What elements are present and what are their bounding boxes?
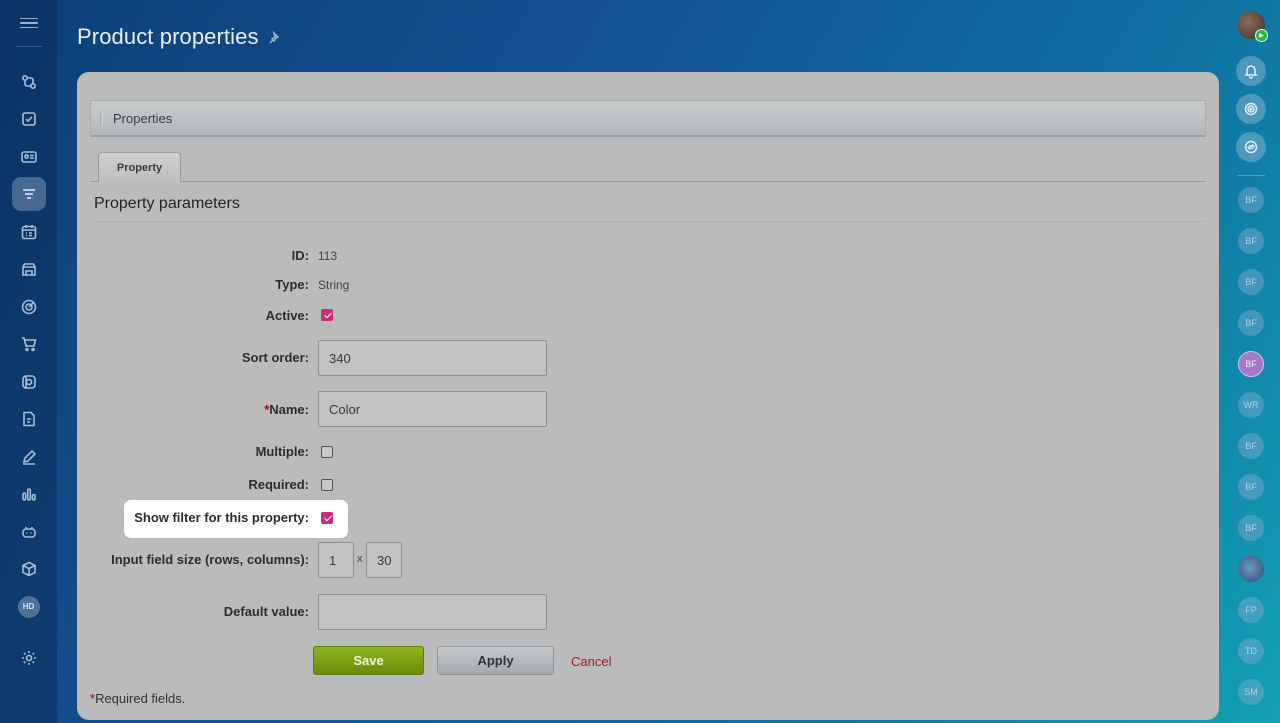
form-title-divider: [94, 221, 1204, 222]
pen-sign-icon[interactable]: [12, 440, 46, 474]
save-button[interactable]: Save: [313, 646, 424, 675]
name-label-text: Name:: [269, 402, 309, 417]
form-title: Property parameters: [94, 195, 240, 212]
required-fields-note: *Required fields.: [90, 691, 185, 706]
contact-avatar[interactable]: BF: [1238, 310, 1264, 336]
workflow-icon[interactable]: [12, 65, 46, 99]
name-label: *Name:: [264, 402, 309, 417]
notifications-bell-icon[interactable]: [1236, 56, 1266, 86]
contact-avatar[interactable]: SM: [1238, 679, 1264, 705]
hd-badge-label: HD: [17, 595, 40, 618]
contact-avatar[interactable]: WR: [1238, 392, 1264, 418]
robot-icon[interactable]: [12, 515, 46, 549]
tab-property[interactable]: Property: [98, 152, 181, 182]
right-sidebar: ▶ BF BF BF BF BF WR BF BF BF FP TD SM: [1222, 0, 1280, 723]
columns-input[interactable]: 30: [366, 542, 402, 578]
pin-icon[interactable]: [266, 30, 280, 45]
tab-divider: [90, 181, 1206, 182]
size-separator: x: [357, 553, 363, 565]
sort-order-label: Sort order:: [241, 350, 309, 365]
main-panel: Properties Property Property parameters …: [77, 72, 1219, 720]
required-checkbox[interactable]: [321, 479, 333, 491]
play-status-icon: ▶: [1255, 29, 1268, 42]
contact-avatar[interactable]: FP: [1238, 597, 1264, 623]
section-header-bar: Properties: [90, 100, 1206, 137]
default-value-label: Default value:: [223, 604, 309, 619]
default-value-input[interactable]: [318, 594, 547, 630]
sort-order-input[interactable]: 340: [318, 340, 547, 376]
drag-grip-icon[interactable]: [100, 112, 103, 126]
type-value: String: [318, 278, 350, 292]
analytics-bars-icon[interactable]: [12, 477, 46, 511]
multiple-label: Multiple:: [255, 444, 309, 459]
right-sidebar-divider: [1237, 175, 1265, 176]
active-checkbox[interactable]: [321, 309, 333, 321]
apply-button[interactable]: Apply: [437, 646, 554, 675]
multiple-checkbox[interactable]: [321, 446, 333, 458]
store-icon[interactable]: [12, 252, 46, 286]
contact-avatar[interactable]: TD: [1238, 638, 1264, 664]
name-input[interactable]: Color: [318, 391, 547, 427]
type-label: Type:: [275, 277, 309, 292]
menu-icon[interactable]: [19, 14, 38, 32]
hd-badge[interactable]: HD: [12, 590, 46, 624]
settings-gear-icon[interactable]: [12, 641, 46, 675]
contact-avatar[interactable]: BF: [1238, 228, 1264, 254]
show-filter-label: Show filter for this property:: [134, 510, 309, 525]
section-title: Properties: [113, 111, 173, 126]
document-edit-icon[interactable]: [12, 402, 46, 436]
copilot-spiral-icon[interactable]: [1236, 94, 1266, 124]
user-avatar[interactable]: ▶: [1237, 11, 1268, 42]
box-icon[interactable]: [12, 552, 46, 586]
cart-icon[interactable]: [12, 327, 46, 361]
sidebar-divider: [15, 46, 42, 47]
id-label: ID:: [291, 248, 309, 263]
funnel-filter-icon[interactable]: [11, 177, 46, 211]
input-size-label: Input field size (rows, columns):: [111, 552, 309, 567]
show-filter-checkbox[interactable]: [321, 512, 333, 524]
required-label: Required:: [248, 477, 309, 492]
contact-avatar[interactable]: BF: [1238, 515, 1264, 541]
contact-avatar[interactable]: BF: [1238, 474, 1264, 500]
contact-avatar[interactable]: BF: [1238, 187, 1264, 213]
calendar-list-icon[interactable]: [12, 215, 46, 249]
contact-card-icon[interactable]: [12, 140, 46, 174]
active-label: Active:: [265, 308, 309, 323]
rows-input[interactable]: 1: [318, 542, 354, 578]
target-icon[interactable]: [12, 290, 46, 324]
contact-avatar[interactable]: BF: [1238, 433, 1264, 459]
chat-sync-icon[interactable]: [1236, 132, 1266, 162]
contact-photo-avatar[interactable]: [1238, 556, 1264, 582]
cancel-link[interactable]: Cancel: [571, 654, 611, 669]
contact-avatar[interactable]: BF: [1238, 269, 1264, 295]
contact-avatar-highlighted[interactable]: BF: [1238, 351, 1264, 377]
automation-icon[interactable]: [12, 365, 46, 399]
page-title: Product properties: [77, 24, 259, 49]
tasks-checkbox-icon[interactable]: [12, 102, 46, 136]
required-note-text: Required fields.: [95, 691, 186, 706]
left-sidebar: HD: [0, 0, 57, 723]
id-value: 113: [318, 249, 338, 263]
